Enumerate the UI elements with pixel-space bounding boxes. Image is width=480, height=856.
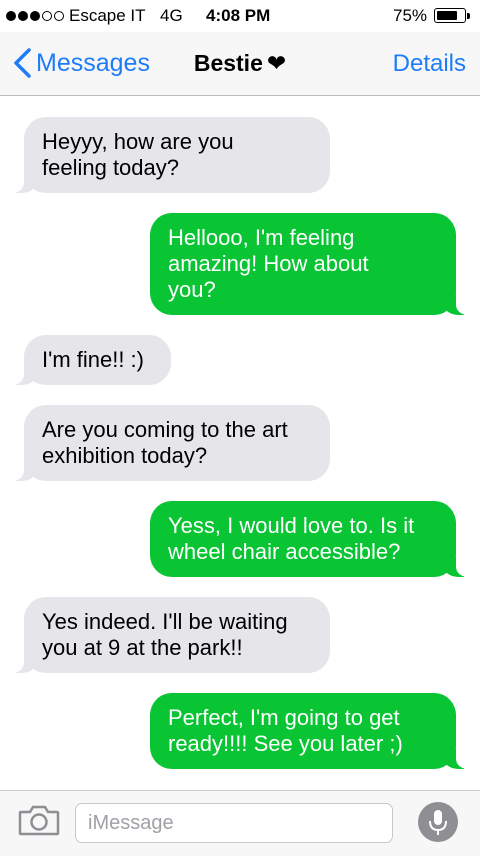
message-text: Perfect, I'm going to get ready!!!! See … [168, 705, 403, 756]
message-text: Yes indeed. I'll be waiting you at 9 at … [42, 609, 288, 660]
carrier-name: Escape IT [69, 6, 146, 25]
incoming-message[interactable]: Heyyy, how are you feeling today? [10, 117, 330, 193]
status-time: 4:08 PM [206, 6, 271, 25]
incoming-message[interactable]: I'm fine!! :) [10, 335, 171, 385]
signal-strength-icon [6, 11, 64, 21]
conversation-header: Messages Bestie ❤ Details [0, 32, 480, 96]
message-text: Yess, I would love to. Is it wheel chair… [168, 513, 415, 564]
compose-bar: iMessage [0, 790, 480, 856]
signal-dot [18, 11, 28, 21]
battery-tip [467, 13, 470, 19]
message-text: Are you coming to the art exhibition tod… [42, 417, 288, 468]
incoming-message[interactable]: Yes indeed. I'll be waiting you at 9 at … [10, 597, 330, 673]
signal-dot [42, 11, 52, 21]
signal-dot [6, 11, 16, 21]
outgoing-message[interactable]: Perfect, I'm going to get ready!!!! See … [150, 693, 470, 769]
incoming-message[interactable]: Are you coming to the art exhibition tod… [10, 405, 330, 481]
message-input[interactable]: iMessage [75, 803, 393, 843]
heart-icon: ❤ [266, 50, 287, 76]
details-button[interactable]: Details [393, 50, 466, 78]
signal-dot [30, 11, 40, 21]
outgoing-message[interactable]: Yess, I would love to. Is it wheel chair… [150, 501, 470, 577]
status-bar: Escape IT 4G 4:08 PM 75% [0, 0, 480, 32]
message-text: I'm fine!! :) [42, 347, 144, 372]
battery-icon [434, 8, 466, 23]
message-text: Hellooo, I'm feeling amazing! How about … [168, 225, 369, 302]
battery-percent: 75% [393, 6, 428, 25]
contact-name: Bestie [193, 50, 263, 76]
network-type: 4G [160, 6, 183, 25]
message-text: Heyyy, how are you feeling today? [42, 129, 234, 180]
microphone-icon[interactable] [418, 802, 458, 842]
battery-level [437, 11, 457, 20]
outgoing-message[interactable]: Hellooo, I'm feeling amazing! How about … [150, 213, 470, 315]
signal-dot [54, 11, 64, 21]
camera-icon[interactable] [18, 804, 60, 836]
